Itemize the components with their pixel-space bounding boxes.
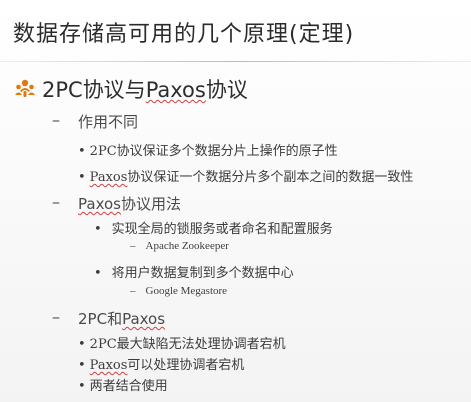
section-3-label: 2PC和Paxos — [78, 310, 166, 328]
section-3-dash: – — [52, 307, 60, 326]
title-divider — [0, 61, 471, 62]
section-2-item-2-sub: – Google Megastore — [130, 285, 228, 297]
section-1-item-2: • Paxos协议保证一个数据分片多个副本之间的数据一致性 — [78, 170, 414, 185]
section-3-item-3: • 两者结合使用 — [78, 379, 168, 394]
heading-paxos: Paxos — [145, 78, 206, 102]
heading-text-suffix: 协议 — [205, 78, 248, 102]
section-1-label: 作用不同 — [78, 113, 139, 131]
section-2-item-2: • 将用户数据复制到多个数据中心 — [94, 266, 294, 281]
section-2-dash: – — [52, 192, 60, 211]
section-1-dash: – — [52, 110, 60, 129]
section-3-item-1: • 2PC最大缺陷无法处理协调者宕机 — [78, 337, 286, 352]
slide-title: 数据存储高可用的几个原理(定理) — [13, 22, 355, 47]
section-2-item-1: • 实现全局的锁服务或者命名和配置服务 — [94, 222, 333, 237]
main-heading: 2PC协议与Paxos协议 — [42, 74, 248, 104]
heading-text-prefix: 2PC协议与 — [42, 78, 146, 102]
section-2-item-1-sub: – Apache Zookeeper — [130, 240, 229, 252]
section-1-item-1: • 2PC协议保证多个数据分片上操作的原子性 — [78, 144, 338, 159]
section-3-item-2: • Paxos可以处理协调者宕机 — [78, 358, 245, 373]
people-group-icon — [15, 79, 35, 97]
section-2-label: Paxos协议用法 — [78, 195, 181, 213]
